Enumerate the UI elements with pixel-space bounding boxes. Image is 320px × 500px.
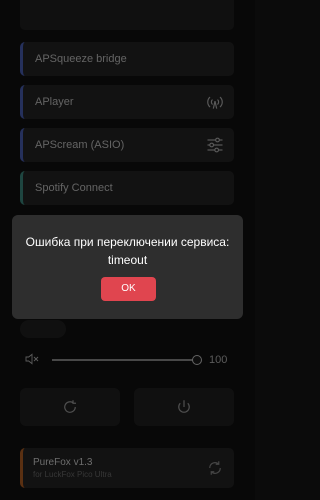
ok-button[interactable]: OK xyxy=(101,277,156,301)
error-message: Ошибка при переключении сервиса: timeout xyxy=(25,235,230,267)
error-dialog: Ошибка при переключении сервиса: timeout… xyxy=(12,215,243,319)
